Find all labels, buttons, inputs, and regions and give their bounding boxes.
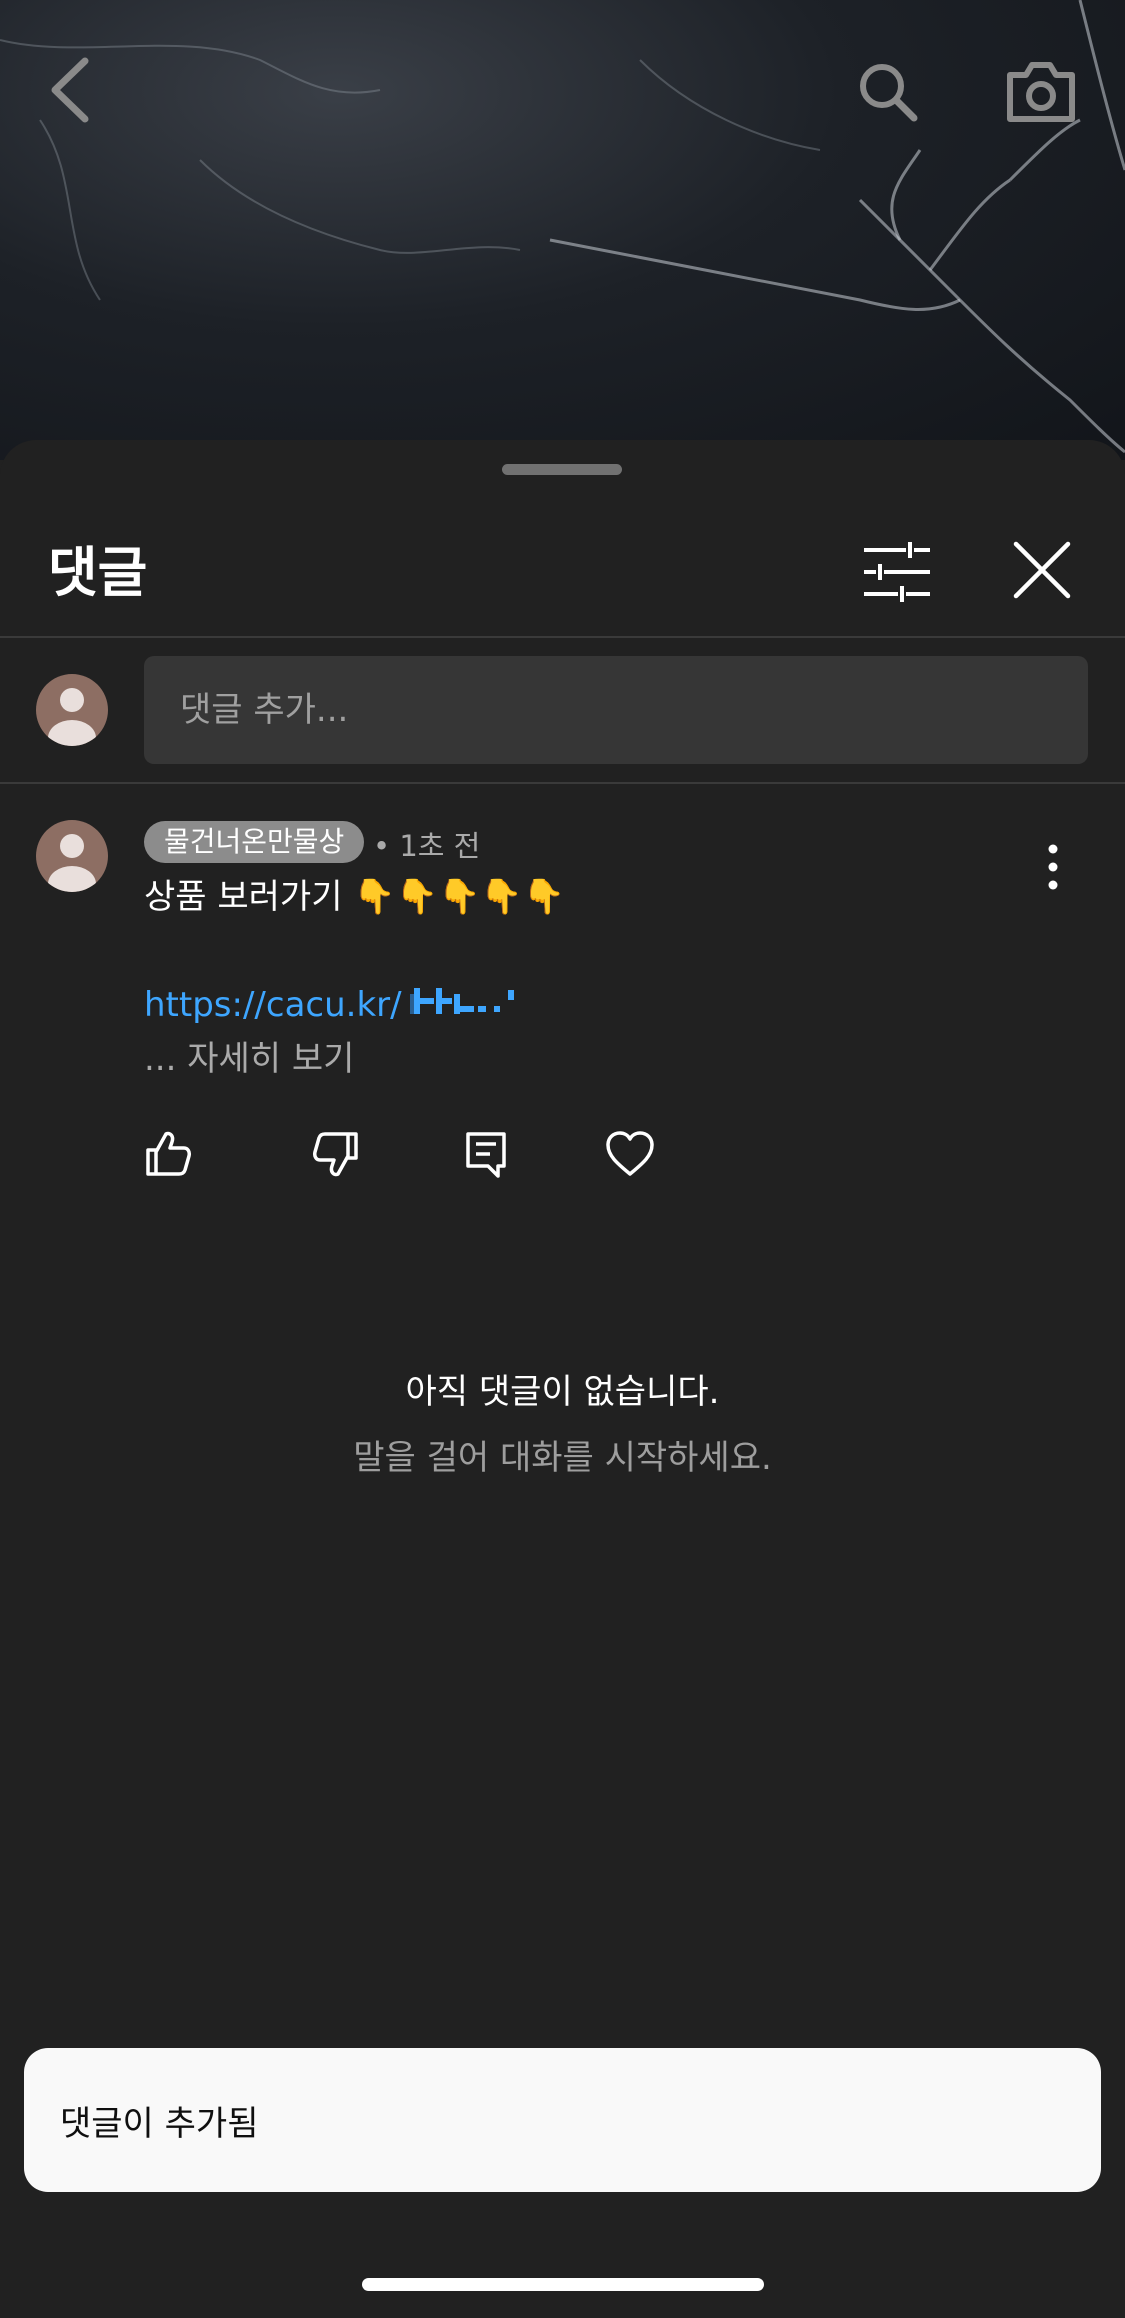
- back-button[interactable]: [40, 50, 100, 130]
- sliders-icon: [864, 542, 930, 602]
- like-button[interactable]: [140, 1126, 196, 1182]
- comment-icon: [466, 1132, 506, 1178]
- dislike-button[interactable]: [308, 1126, 364, 1182]
- thumbs-up-icon: [146, 1131, 191, 1176]
- sort-filter-button[interactable]: [862, 538, 932, 608]
- video-background: [0, 0, 1125, 460]
- heart-icon: [606, 1131, 654, 1176]
- heart-button[interactable]: [602, 1126, 658, 1182]
- link-pixelation: [410, 988, 514, 1014]
- chevron-left-icon: [51, 57, 89, 123]
- input-divider: [0, 782, 1125, 784]
- comment-text: 상품 보러가기 👇👇👇👇👇: [144, 877, 565, 917]
- comment-author[interactable]: 물건너온만물상: [144, 821, 365, 863]
- close-icon: [1013, 541, 1071, 599]
- comments-sheet: 댓글 물건너온만물상 • 1초 전 상품 보러가기 👇👇👇👇�: [0, 440, 1125, 2318]
- comment-link[interactable]: https://cacu.kr/: [144, 980, 402, 1030]
- close-button[interactable]: [1008, 536, 1076, 604]
- toast-message: 댓글이 추가됨: [60, 2103, 259, 2144]
- more-vertical-icon: [1048, 844, 1058, 890]
- comment-timestamp: • 1초 전: [373, 829, 481, 863]
- reply-button[interactable]: [458, 1126, 514, 1182]
- home-indicator[interactable]: [362, 2278, 764, 2291]
- comment-input[interactable]: [144, 656, 1088, 764]
- thumbs-down-icon: [313, 1132, 358, 1177]
- search-icon: [860, 64, 918, 122]
- camera-icon: [1007, 62, 1075, 122]
- marble-texture: [0, 0, 1125, 454]
- header-divider: [0, 636, 1125, 638]
- toast-notification: 댓글이 추가됨: [24, 2048, 1101, 2192]
- sheet-title: 댓글: [48, 541, 148, 604]
- current-user-avatar: [36, 674, 108, 746]
- see-more-link[interactable]: ... 자세히 보기: [144, 1034, 354, 1084]
- comment-more-button[interactable]: [1030, 832, 1076, 902]
- camera-button[interactable]: [998, 52, 1084, 132]
- commenter-avatar[interactable]: [36, 820, 108, 892]
- search-button[interactable]: [848, 52, 928, 132]
- empty-state-subtitle: 말을 걸어 대화를 시작하세요.: [353, 1438, 772, 1478]
- drag-handle[interactable]: [502, 464, 622, 475]
- empty-state-title: 아직 댓글이 없습니다.: [405, 1372, 720, 1412]
